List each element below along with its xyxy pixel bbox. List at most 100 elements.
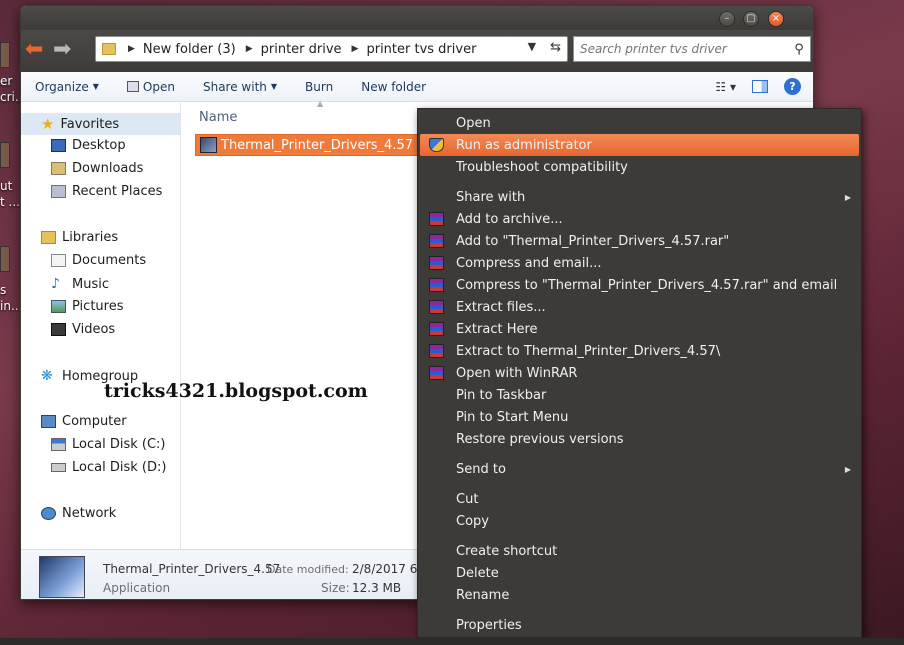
menu-item-cut[interactable]: Cut: [420, 488, 859, 510]
maximize-button[interactable]: ▢: [743, 11, 759, 27]
nav-favorites[interactable]: ★ Favorites: [21, 113, 180, 135]
chevron-right-icon: ▶: [245, 44, 253, 54]
help-icon[interactable]: ?: [784, 78, 801, 95]
desktop-icon-thumb[interactable]: [0, 42, 10, 68]
search-input[interactable]: [580, 42, 788, 56]
desktop-icon-thumb[interactable]: [0, 142, 10, 168]
desktop-icon-label[interactable]: ut: [0, 179, 12, 193]
music-icon: ♪: [51, 276, 60, 292]
file-item-selected[interactable]: Thermal_Printer_Drivers_4.57: [195, 134, 445, 156]
menu-item-properties[interactable]: Properties: [420, 614, 859, 636]
menu-item-create-shortcut[interactable]: Create shortcut: [420, 540, 859, 562]
context-menu: Open Run as administrator Troubleshoot c…: [417, 108, 862, 638]
menu-item-extract-here[interactable]: Extract Here: [420, 318, 859, 340]
burn-button[interactable]: Burn: [291, 80, 347, 94]
menu-item-add-to-archive[interactable]: Add to archive...: [420, 208, 859, 230]
videos-icon: [51, 323, 66, 336]
file-thumbnail: [39, 556, 85, 598]
menu-item-label: Extract to Thermal_Printer_Drivers_4.57\: [456, 343, 721, 359]
menu-item-pin-to-taskbar[interactable]: Pin to Taskbar: [420, 384, 859, 406]
change-view-icon[interactable]: ☷ ▾: [715, 80, 736, 94]
menu-item-send-to[interactable]: Send to ▶: [420, 458, 859, 480]
application-icon: [126, 81, 139, 92]
menu-item-extract-files[interactable]: Extract files...: [420, 296, 859, 318]
menu-item-compress-and-email[interactable]: Compress and email...: [420, 252, 859, 274]
column-header-name[interactable]: Name: [199, 110, 237, 125]
forward-arrow-icon[interactable]: ➡: [53, 38, 71, 62]
preview-pane-icon[interactable]: [752, 80, 768, 93]
sort-up-icon: ▲: [317, 99, 324, 108]
breadcrumb-item[interactable]: printer drive: [261, 42, 342, 57]
menu-item-label: Send to: [456, 461, 506, 477]
taskbar: [0, 638, 904, 645]
winrar-icon: [429, 300, 444, 314]
open-button[interactable]: Open: [113, 80, 189, 94]
new-folder-button[interactable]: New folder: [347, 80, 440, 94]
menu-item-rename[interactable]: Rename: [420, 584, 859, 606]
nav-videos[interactable]: Videos: [51, 322, 115, 337]
details-size-value: 12.3 MB: [352, 581, 402, 595]
nav-label: Music: [72, 276, 109, 292]
nav-network[interactable]: Network: [41, 506, 116, 521]
minimize-button[interactable]: –: [719, 11, 735, 27]
libraries-icon: [41, 231, 56, 244]
menu-item-label: Add to "Thermal_Printer_Drivers_4.57.rar…: [456, 233, 730, 249]
close-button[interactable]: ×: [768, 11, 784, 27]
address-bar[interactable]: ▶ New folder (3) ▶ printer drive ▶ print…: [95, 36, 568, 62]
nav-libraries[interactable]: Libraries: [41, 230, 118, 245]
menu-item-label: Add to archive...: [456, 211, 563, 227]
winrar-icon: [429, 322, 444, 336]
refresh-icon[interactable]: ⇆: [550, 40, 561, 55]
nav-pictures[interactable]: Pictures: [51, 299, 123, 314]
desktop-icon-label[interactable]: s: [0, 283, 6, 297]
nav-computer[interactable]: Computer: [41, 414, 127, 429]
menu-item-restore-previous-versions[interactable]: Restore previous versions: [420, 428, 859, 450]
homegroup-icon: ❋: [41, 368, 53, 384]
back-arrow-icon[interactable]: ⬅: [25, 38, 43, 62]
menu-item-troubleshoot-compatibility[interactable]: Troubleshoot compatibility: [420, 156, 859, 178]
menu-item-label: Open with WinRAR: [456, 365, 578, 381]
downloads-icon: [51, 162, 66, 175]
menu-item-pin-to-start-menu[interactable]: Pin to Start Menu: [420, 406, 859, 428]
submenu-arrow-icon: ▶: [844, 464, 851, 474]
menu-item-add-to-rar[interactable]: Add to "Thermal_Printer_Drivers_4.57.rar…: [420, 230, 859, 252]
nav-downloads[interactable]: Downloads: [51, 161, 143, 176]
breadcrumb[interactable]: ▶ New folder (3) ▶ printer drive ▶ print…: [128, 42, 486, 57]
nav-label: Recent Places: [72, 184, 163, 199]
breadcrumb-item[interactable]: printer tvs driver: [366, 42, 476, 57]
nav-desktop[interactable]: Desktop: [51, 138, 126, 153]
navigation-pane: ★ Favorites Desktop Downloads Recent Pla…: [21, 103, 181, 549]
command-bar: Organize ▼ Open Share with ▼ Burn New fo…: [21, 72, 813, 102]
share-with-label: Share with: [202, 79, 267, 94]
desktop-icon-label[interactable]: t ...: [0, 195, 20, 209]
nav-local-disk-d[interactable]: Local Disk (D:): [51, 460, 166, 475]
nav-local-disk-c[interactable]: Local Disk (C:): [51, 437, 165, 452]
menu-item-share-with[interactable]: Share with ▶: [420, 186, 859, 208]
nav-recent-places[interactable]: Recent Places: [51, 184, 162, 199]
menu-item-copy[interactable]: Copy: [420, 510, 859, 532]
nav-documents[interactable]: Documents: [51, 253, 146, 268]
menu-item-open-with-winrar[interactable]: Open with WinRAR: [420, 362, 859, 384]
share-with-button[interactable]: Share with ▼: [189, 80, 291, 94]
menu-item-delete[interactable]: Delete: [420, 562, 859, 584]
open-label: Open: [142, 79, 175, 94]
menu-item-label: Extract Here: [456, 321, 538, 337]
menu-item-open[interactable]: Open: [420, 112, 859, 134]
desktop-icon-thumb[interactable]: [0, 246, 10, 272]
winrar-icon: [429, 234, 444, 248]
nav-music[interactable]: ♪ Music: [51, 276, 109, 292]
nav-label: Libraries: [62, 230, 119, 245]
menu-item-compress-to-rar-and-email[interactable]: Compress to "Thermal_Printer_Drivers_4.5…: [420, 274, 859, 296]
details-size-label: Size:: [321, 581, 350, 595]
nav-label: Videos: [72, 322, 116, 337]
search-icon[interactable]: ⚲: [788, 42, 810, 57]
desktop-icon-label[interactable]: er: [0, 74, 12, 88]
winrar-icon: [429, 366, 444, 380]
menu-item-extract-to-folder[interactable]: Extract to Thermal_Printer_Drivers_4.57\: [420, 340, 859, 362]
menu-item-run-as-administrator[interactable]: Run as administrator: [420, 134, 859, 156]
chevron-down-icon[interactable]: ▼: [528, 40, 536, 55]
search-box[interactable]: ⚲: [573, 36, 811, 62]
organize-button[interactable]: Organize ▼: [21, 80, 113, 94]
title-bar[interactable]: – ▢ ×: [21, 6, 813, 30]
breadcrumb-item[interactable]: New folder (3): [143, 42, 236, 57]
